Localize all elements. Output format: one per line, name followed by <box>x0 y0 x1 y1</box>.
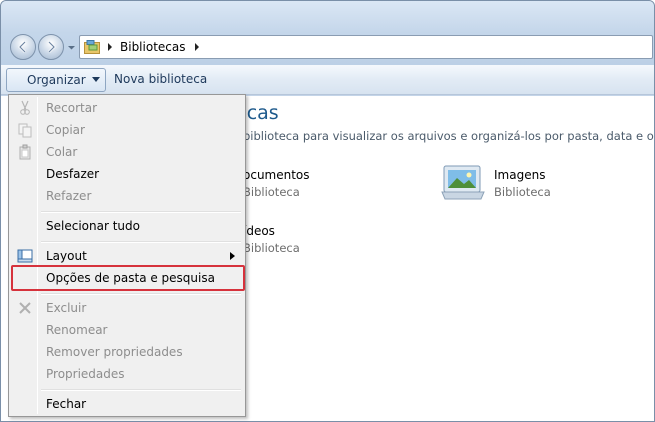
menu-separator <box>41 241 241 243</box>
menu-item-label: Propriedades <box>46 367 125 381</box>
library-item-subtitle: Biblioteca <box>243 185 300 199</box>
menu-separator <box>41 211 241 213</box>
nova-biblioteca-button[interactable]: Nova biblioteca <box>114 72 207 86</box>
menu-item-label: Colar <box>46 145 78 159</box>
library-item-subtitle: Biblioteca <box>243 241 300 255</box>
organizar-menu: Recortar Copiar Colar Desfazer Refazer S… <box>8 94 246 417</box>
library-item-imagens[interactable]: Imagens <box>494 168 545 182</box>
menu-item-layout[interactable]: Layout <box>11 245 243 267</box>
breadcrumb-bibliotecas[interactable]: Bibliotecas <box>120 40 185 54</box>
organizar-label: Organizar <box>27 73 86 87</box>
arrow-right-icon <box>48 41 56 53</box>
arrow-left-icon <box>18 41 26 53</box>
address-bar[interactable]: Bibliotecas <box>79 35 653 59</box>
library-folder-icon <box>84 40 100 54</box>
menu-item-label: Copiar <box>46 123 85 137</box>
page-description: biblioteca para visualizar os arquivos e… <box>243 129 654 143</box>
menu-item-label: Fechar <box>46 397 87 411</box>
menu-item-label: Selecionar tudo <box>46 219 140 233</box>
menu-item-renomear[interactable]: Renomear <box>11 319 243 341</box>
menu-item-label: Remover propriedades <box>46 345 183 359</box>
scissors-icon <box>20 100 30 115</box>
pictures-library-icon[interactable] <box>441 162 485 204</box>
menu-item-recortar[interactable]: Recortar <box>11 97 243 119</box>
recent-pages-dropdown-icon[interactable] <box>67 43 76 52</box>
menu-item-selecionar-tudo[interactable]: Selecionar tudo <box>11 215 243 237</box>
copy-icon <box>18 123 32 138</box>
menu-item-label: Recortar <box>46 101 98 115</box>
library-item-videos[interactable]: ídeos <box>243 224 275 238</box>
breadcrumb-arrow-icon[interactable] <box>106 43 114 51</box>
menu-item-label: Renomear <box>46 323 108 337</box>
layout-icon <box>17 249 33 263</box>
menu-item-label: Desfazer <box>46 167 100 181</box>
menu-item-desfazer[interactable]: Desfazer <box>11 163 243 185</box>
menu-item-remover-propriedades[interactable]: Remover propriedades <box>11 341 243 363</box>
menu-item-fechar[interactable]: Fechar <box>11 393 243 415</box>
menu-item-label: Excluir <box>46 301 87 315</box>
command-bar: Organizar Nova biblioteca <box>1 65 654 95</box>
back-button[interactable] <box>10 34 36 60</box>
chevron-down-icon <box>91 77 100 82</box>
organizar-button[interactable]: Organizar <box>6 68 106 92</box>
library-item-subtitle: Biblioteca <box>494 185 551 199</box>
menu-item-refazer[interactable]: Refazer <box>11 185 243 207</box>
forward-button[interactable] <box>38 34 64 60</box>
menu-item-copiar[interactable]: Copiar <box>11 119 243 141</box>
clipboard-icon <box>19 144 31 160</box>
library-item-documentos[interactable]: ocumentos <box>243 168 310 182</box>
menu-item-propriedades[interactable]: Propriedades <box>11 363 243 385</box>
highlight-annotation <box>11 265 245 291</box>
menu-item-excluir[interactable]: Excluir <box>11 297 243 319</box>
breadcrumb-arrow-icon[interactable] <box>193 43 201 51</box>
menu-separator <box>41 389 241 391</box>
menu-separator <box>41 293 241 295</box>
title-frame: Bibliotecas <box>1 1 654 65</box>
submenu-arrow-icon <box>230 252 235 260</box>
menu-item-label: Refazer <box>46 189 92 203</box>
menu-item-colar[interactable]: Colar <box>11 141 243 163</box>
delete-x-icon <box>19 302 31 314</box>
menu-item-label: Layout <box>46 249 87 263</box>
